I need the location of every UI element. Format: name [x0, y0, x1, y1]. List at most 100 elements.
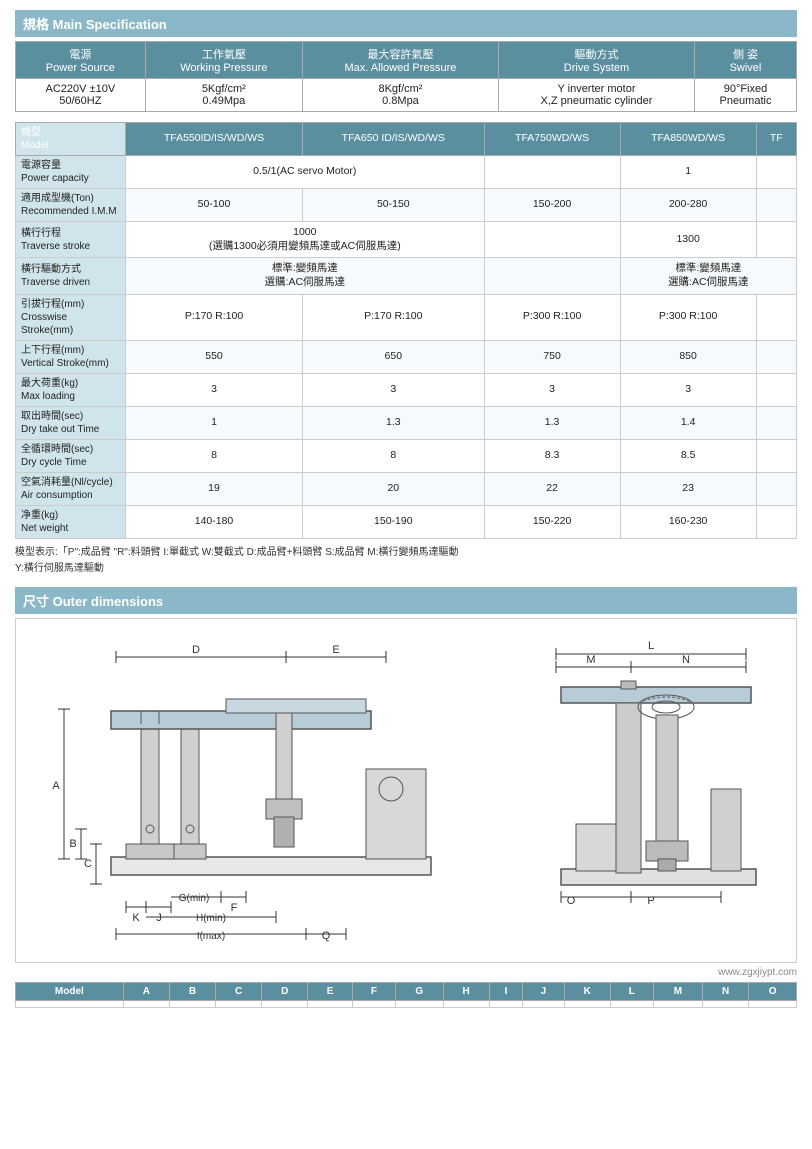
svg-text:C: C: [84, 858, 92, 870]
svg-text:K: K: [132, 912, 140, 924]
svg-text:H(min): H(min): [196, 913, 226, 924]
table-row: 橫行驅動方式Traverse driven 標準:變頻馬達選購:AC伺服馬達 標…: [16, 258, 797, 294]
outer-dimensions-section: 尺寸 Outer dimensions D E: [15, 587, 797, 1008]
row-dry-take-val3: 1.3: [484, 406, 620, 439]
row-traverse-driven-val3: 標準:變頻馬達選購:AC伺服馬達: [620, 258, 796, 294]
dim-col-d: D: [262, 982, 308, 1000]
row-dry-take-val1: 1: [126, 406, 303, 439]
row-weight-label: 净重(kg)Net weight: [16, 505, 126, 538]
col-tf: TF: [756, 123, 796, 156]
svg-text:M: M: [586, 654, 595, 666]
model-col-header: 機型Model: [16, 123, 126, 156]
row-dry-cycle-val5: [756, 439, 796, 472]
row-imm-val2: 50-150: [303, 189, 485, 222]
row-loading-val3: 3: [484, 373, 620, 406]
row-power-capacity-val2: [484, 156, 620, 189]
note-line2: Y:橫行伺服馬達驅動: [15, 563, 104, 574]
col-tfa650: TFA650 ID/IS/WD/WS: [303, 123, 485, 156]
table-row: 最大荷重(kg)Max loading 3 3 3 3: [16, 373, 797, 406]
svg-text:N: N: [682, 654, 690, 666]
col-header-power: 電源Power Source: [16, 42, 146, 79]
main-spec-header: 規格 Main Specification: [15, 10, 797, 37]
dim-col-k: K: [564, 982, 610, 1000]
table-row: 全循環時間(sec)Dry cycle Time 8 8 8.3 8.5: [16, 439, 797, 472]
dim-col-o: O: [749, 982, 797, 1000]
table-row: AC220V ±10V50/60HZ 5Kgf/cm²0.49Mpa 8Kgf/…: [16, 79, 797, 112]
dim-col-n: N: [703, 982, 749, 1000]
row-dry-cycle-val1: 8: [126, 439, 303, 472]
row-power-capacity-val3: 1: [620, 156, 756, 189]
swivel-value: 90°FixedPneumatic: [694, 79, 796, 112]
row-imm-val3: 150-200: [484, 189, 620, 222]
row-air-val5: [756, 472, 796, 505]
row-air-val1: 19: [126, 472, 303, 505]
row-traverse-driven-val1: 標準:變頻馬達選購:AC伺服馬達: [126, 258, 485, 294]
row-loading-val2: 3: [303, 373, 485, 406]
row-vertical-val5: [756, 340, 796, 373]
svg-text:Q: Q: [322, 930, 331, 942]
row-dry-take-val2: 1.3: [303, 406, 485, 439]
row-traverse-driven-label: 橫行驅動方式Traverse driven: [16, 258, 126, 294]
working-pressure-value: 5Kgf/cm²0.49Mpa: [145, 79, 302, 112]
row-dry-take-label: 取出時間(sec)Dry take out Time: [16, 406, 126, 439]
row-crosswise-val5: [756, 294, 796, 340]
row-traverse-val4: [756, 222, 796, 258]
power-value: AC220V ±10V50/60HZ: [16, 79, 146, 112]
row-weight-val2: 150-190: [303, 505, 485, 538]
dim-col-c: C: [216, 982, 262, 1000]
row-traverse-label: 橫行行程Traverse stroke: [16, 222, 126, 258]
table-row: 取出時間(sec)Dry take out Time 1 1.3 1.3 1.4: [16, 406, 797, 439]
outer-dim-header: 尺寸 Outer dimensions: [15, 587, 797, 614]
row-imm-val1: 50-100: [126, 189, 303, 222]
table-row: 電源容量Power capacity 0.5/1(AC servo Motor)…: [16, 156, 797, 189]
row-dry-cycle-val3: 8.3: [484, 439, 620, 472]
svg-text:E: E: [332, 644, 339, 656]
col-tfa550: TFA550ID/IS/WD/WS: [126, 123, 303, 156]
svg-text:F: F: [231, 902, 238, 914]
left-diagram-svg: D E A B: [26, 629, 456, 949]
table-row: 引拔行程(mm)Crosswise Stroke(mm) P:170 R:100…: [16, 294, 797, 340]
dim-col-b: B: [169, 982, 215, 1000]
row-weight-val1: 140-180: [126, 505, 303, 538]
row-loading-label: 最大荷重(kg)Max loading: [16, 373, 126, 406]
row-crosswise-val2: P:170 R:100: [303, 294, 485, 340]
row-imm-label: 適用成型機(Ton)Recommended I.M.M: [16, 189, 126, 222]
svg-text:D: D: [192, 644, 200, 656]
diagram-area: D E A B: [15, 618, 797, 963]
row-vertical-val2: 650: [303, 340, 485, 373]
svg-text:G(min): G(min): [179, 893, 210, 904]
dim-col-m: M: [653, 982, 702, 1000]
row-imm-val4: 200-280: [620, 189, 756, 222]
outer-dim-title: 尺寸 Outer dimensions: [23, 594, 163, 609]
row-air-val4: 23: [620, 472, 756, 505]
row-imm-val5: [756, 189, 796, 222]
row-weight-val4: 160-230: [620, 505, 756, 538]
row-dry-take-val5: [756, 406, 796, 439]
diagram-right: L M N: [546, 629, 786, 952]
table-row: [16, 1000, 797, 1007]
row-loading-val1: 3: [126, 373, 303, 406]
row-traverse-val3: 1300: [620, 222, 756, 258]
col-header-swivel: 側 姿Swivel: [694, 42, 796, 79]
svg-text:B: B: [69, 838, 76, 850]
diagram-left: D E A B: [26, 629, 526, 952]
page-container: 規格 Main Specification 電源Power Source 工作氣…: [0, 0, 812, 1018]
max-pressure-value: 8Kgf/cm²0.8Mpa: [302, 79, 498, 112]
dimensions-table: Model A B C D E F G H I J K L M N O: [15, 982, 797, 1008]
row-power-capacity-val4: [756, 156, 796, 189]
row-traverse-val1: 1000(選購1300必須用變頻馬達或AC伺服馬達): [126, 222, 485, 258]
power-source-table: 電源Power Source 工作氣壓Working Pressure 最大容許…: [15, 41, 797, 112]
dim-col-a: A: [123, 982, 169, 1000]
row-weight-val5: [756, 505, 796, 538]
row-dry-cycle-label: 全循環時間(sec)Dry cycle Time: [16, 439, 126, 472]
row-crosswise-val1: P:170 R:100: [126, 294, 303, 340]
row-air-val3: 22: [484, 472, 620, 505]
dim-val-empty: [16, 1000, 124, 1007]
svg-text:I(max): I(max): [197, 931, 225, 942]
svg-text:J: J: [156, 912, 162, 924]
row-power-capacity-val1: 0.5/1(AC servo Motor): [126, 156, 485, 189]
col-header-max-pressure: 最大容許氣壓Max. Allowed Pressure: [302, 42, 498, 79]
dim-col-i: I: [489, 982, 522, 1000]
row-vertical-val4: 850: [620, 340, 756, 373]
row-traverse-val2: [484, 222, 620, 258]
